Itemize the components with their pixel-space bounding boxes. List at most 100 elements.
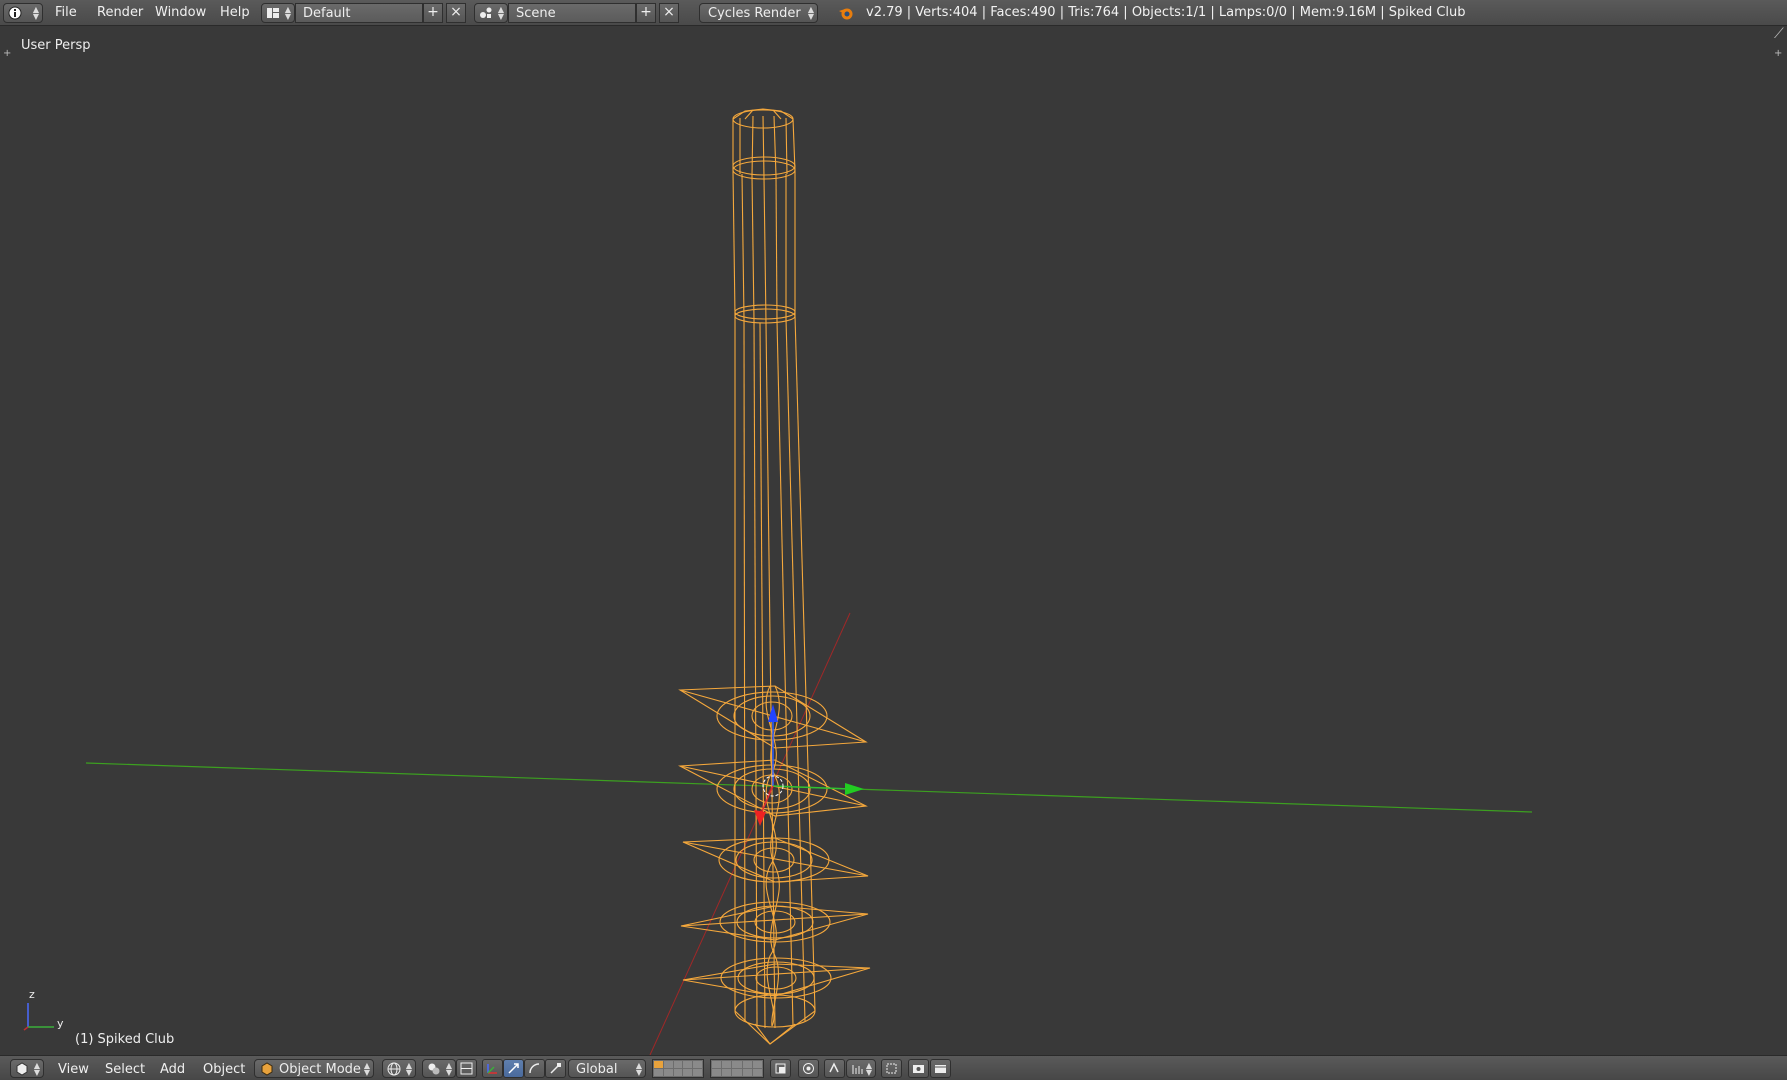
layer[interactable] bbox=[683, 1069, 693, 1076]
editor-type-selector-3d[interactable]: ▲ ▼ bbox=[10, 1059, 44, 1078]
status-info: v2.79 | Verts:404 | Faces:490 | Tris:764… bbox=[866, 5, 1466, 20]
layers-group-1[interactable] bbox=[652, 1059, 704, 1078]
add-screen-button[interactable]: + bbox=[423, 3, 443, 23]
screen-layout-name[interactable]: Default bbox=[295, 3, 423, 23]
opengl-anim-button[interactable] bbox=[930, 1059, 951, 1078]
close-icon: × bbox=[450, 4, 462, 20]
layer[interactable] bbox=[673, 1061, 683, 1068]
gizmo-z-label: z bbox=[29, 988, 35, 1001]
snap-element-button[interactable] bbox=[881, 1059, 902, 1078]
gizmo-y-label: y bbox=[57, 1017, 64, 1030]
chevron-updown-icon: ▲ ▼ bbox=[865, 1061, 872, 1077]
snap-target-selector[interactable]: ▲ ▼ bbox=[846, 1059, 876, 1078]
layer[interactable] bbox=[742, 1069, 752, 1076]
proportional-edit-icon bbox=[803, 1063, 814, 1074]
menu-object[interactable]: Object bbox=[203, 1062, 245, 1077]
opengl-render-button[interactable] bbox=[908, 1059, 929, 1078]
area-split-corner-icon[interactable]: ⟋ bbox=[1774, 26, 1784, 42]
layer[interactable] bbox=[693, 1069, 702, 1076]
opengl-anim-icon bbox=[935, 1065, 946, 1073]
layer[interactable] bbox=[712, 1061, 722, 1068]
y-arrow bbox=[845, 783, 864, 795]
screen-layout-icon bbox=[267, 8, 279, 18]
add-scene-button[interactable]: + bbox=[636, 3, 656, 23]
proportional-edit-button[interactable] bbox=[798, 1059, 819, 1078]
delete-scene-button[interactable]: × bbox=[659, 3, 679, 23]
layer[interactable] bbox=[693, 1061, 702, 1068]
manipulator-toggle-button[interactable] bbox=[456, 1059, 477, 1078]
orientation-label: Global bbox=[576, 1062, 618, 1077]
layer[interactable] bbox=[732, 1069, 742, 1076]
object-mode-cube-icon bbox=[261, 1062, 273, 1076]
layer[interactable] bbox=[663, 1069, 673, 1076]
mode-selector[interactable]: Object Mode ▲ ▼ bbox=[254, 1059, 374, 1078]
pivot-point-icon bbox=[428, 1063, 440, 1075]
layer[interactable] bbox=[712, 1069, 722, 1076]
menu-select[interactable]: Select bbox=[105, 1062, 145, 1077]
menu-render[interactable]: Render bbox=[97, 5, 143, 20]
lock-layers-button[interactable] bbox=[770, 1059, 791, 1078]
layer[interactable] bbox=[654, 1069, 663, 1076]
translate-button[interactable] bbox=[503, 1059, 524, 1078]
axis-gizmo bbox=[23, 1003, 54, 1031]
axes-icon bbox=[487, 1064, 497, 1074]
scene-name[interactable]: Scene bbox=[508, 3, 636, 23]
chevron-updown-icon: ▲ ▼ bbox=[635, 1061, 642, 1077]
layer[interactable] bbox=[752, 1061, 762, 1068]
chevron-updown-icon: ▲ ▼ bbox=[284, 5, 291, 21]
snap-icon bbox=[829, 1062, 839, 1073]
render-engine-selector[interactable]: Cycles Render ▲ ▼ bbox=[699, 3, 818, 23]
region-expand-left-icon[interactable]: + bbox=[3, 48, 11, 59]
chevron-updown-icon: ▲ ▼ bbox=[497, 5, 504, 21]
scene-selector[interactable]: ▲ ▼ bbox=[474, 3, 508, 23]
manipulator-toggle-icon bbox=[460, 1062, 473, 1075]
transform-manipulator-button[interactable] bbox=[482, 1059, 503, 1078]
snap-button[interactable] bbox=[824, 1059, 845, 1078]
editor-type-selector[interactable]: ▲ ▼ bbox=[3, 3, 43, 23]
menu-view[interactable]: View bbox=[58, 1062, 89, 1077]
chevron-updown-icon: ▲ ▼ bbox=[405, 1061, 412, 1077]
lock-layers-icon bbox=[775, 1063, 786, 1074]
layers-group-2[interactable] bbox=[710, 1059, 764, 1078]
blender-logo-icon bbox=[839, 8, 853, 20]
z-arrow bbox=[768, 704, 778, 722]
layer[interactable] bbox=[663, 1061, 673, 1068]
menu-file[interactable]: File bbox=[55, 5, 77, 20]
close-icon: × bbox=[663, 4, 675, 20]
layer[interactable] bbox=[683, 1061, 693, 1068]
chevron-updown-icon: ▲ ▼ bbox=[33, 1061, 40, 1077]
layer[interactable] bbox=[732, 1061, 742, 1068]
viewport-shading-selector[interactable]: ▲ ▼ bbox=[382, 1059, 416, 1078]
region-expand-right-icon[interactable]: + bbox=[1774, 48, 1782, 59]
scene-render bbox=[23, 108, 1533, 1055]
view-name: User Persp bbox=[21, 38, 91, 53]
spike-ring bbox=[682, 837, 869, 883]
snap-element-icon bbox=[886, 1063, 897, 1074]
screen-layout-selector[interactable]: ▲ ▼ bbox=[261, 3, 295, 23]
layer[interactable] bbox=[722, 1061, 732, 1068]
delete-screen-button[interactable]: × bbox=[446, 3, 466, 23]
3d-view-header: ▲ ▼ View Select Add Object Object Mode ▲ ▼… bbox=[0, 1055, 1787, 1080]
3d-viewport[interactable]: User Persp z y (1) Spiked Club + + ⟋ bbox=[0, 26, 1787, 1055]
menu-add[interactable]: Add bbox=[160, 1062, 185, 1077]
layer[interactable] bbox=[742, 1061, 752, 1068]
chevron-updown-icon: ▲ ▼ bbox=[445, 1061, 452, 1077]
translate-icon bbox=[508, 1063, 519, 1074]
scene-icon bbox=[480, 7, 492, 18]
menu-help[interactable]: Help bbox=[220, 5, 250, 20]
pivot-point-selector[interactable]: ▲ ▼ bbox=[422, 1059, 456, 1078]
spiked-club-wireframe bbox=[678, 108, 871, 1045]
plus-icon: + bbox=[640, 4, 652, 20]
3d-view-icon bbox=[16, 1062, 28, 1076]
rotate-icon bbox=[529, 1063, 540, 1074]
layer[interactable] bbox=[673, 1069, 683, 1076]
render-engine-label: Cycles Render bbox=[708, 6, 801, 21]
scale-button[interactable] bbox=[545, 1059, 566, 1078]
transform-orientation-selector[interactable]: Global ▲ ▼ bbox=[568, 1059, 646, 1078]
layer[interactable] bbox=[722, 1069, 732, 1076]
layer[interactable] bbox=[752, 1069, 762, 1076]
snap-target-icon bbox=[852, 1065, 863, 1074]
menu-window[interactable]: Window bbox=[155, 5, 206, 20]
layer-active[interactable] bbox=[654, 1061, 663, 1068]
rotate-button[interactable] bbox=[524, 1059, 545, 1078]
